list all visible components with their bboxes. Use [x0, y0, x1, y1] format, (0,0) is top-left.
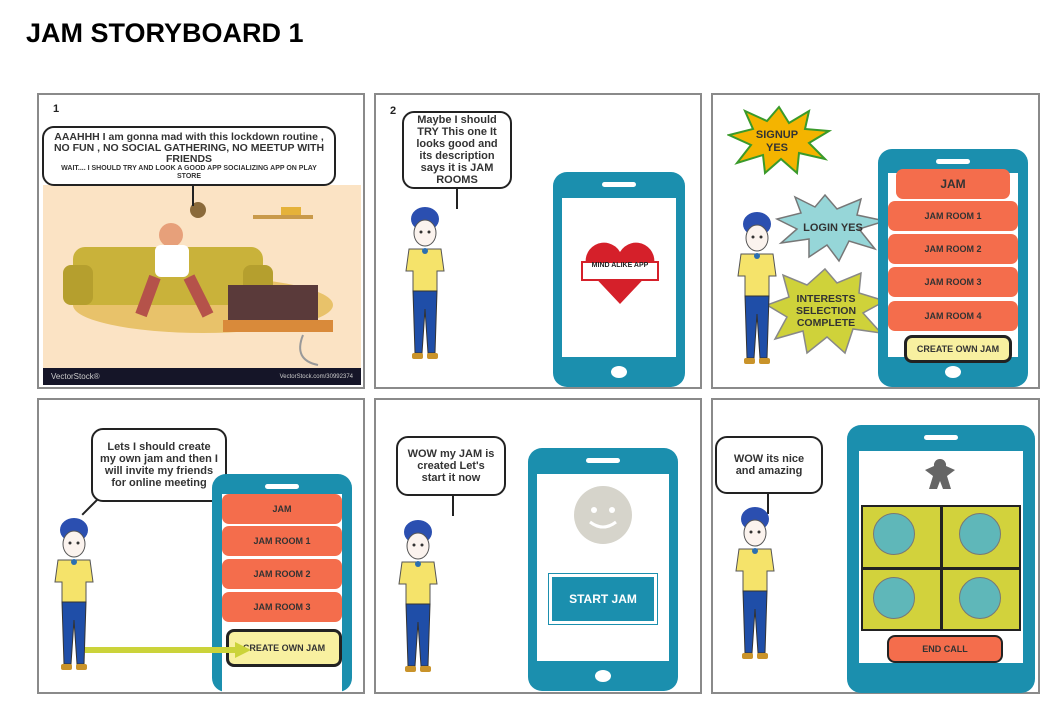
page-title: JAM STORYBOARD 1: [26, 18, 304, 48]
smiley-avatar-icon: [574, 486, 632, 544]
arrow: [85, 642, 251, 658]
speech-bubble: Lets I should create my own jam and then…: [81, 428, 227, 516]
participant-2: [959, 513, 1001, 555]
video-call-grid: [861, 505, 1021, 631]
speech-bubble: WOW my JAM is created Let's start it now: [396, 436, 506, 516]
speech-text: WOW my JAM is created Let's start it now: [407, 448, 495, 484]
character-figure: [733, 505, 777, 668]
panel-number: 1: [53, 103, 60, 115]
phone: JAM JAM ROOM 1 JAM ROOM 2 JAM ROOM 3 JAM…: [878, 149, 1028, 387]
home-button: [611, 366, 627, 378]
interests-text: INTERESTS SELECTION COMPLETE: [795, 293, 857, 329]
participant-4: [959, 577, 1001, 619]
speech-bubble: AAAHHH I am gonna mad with this lockdown…: [42, 126, 336, 206]
speech-text: Lets I should create my own jam and then…: [100, 441, 218, 489]
signup-text: SIGNUP YES: [755, 129, 799, 154]
character-figure: [735, 210, 779, 373]
home-button: [945, 366, 961, 378]
jam-room-1[interactable]: JAM ROOM 1: [222, 526, 342, 556]
phone: END CALL: [847, 425, 1035, 693]
app-banner: MIND ALIKE APP: [591, 262, 649, 269]
jam-room-4[interactable]: JAM ROOM 4: [888, 301, 1018, 331]
heart-icon: MIND ALIKE APP: [580, 238, 660, 308]
watermark-url: VectorStock.com/30992374: [279, 373, 353, 380]
watermark-logo: VectorStock®: [51, 372, 100, 381]
jam-room-2[interactable]: JAM ROOM 2: [222, 559, 342, 589]
login-text: LOGIN YES: [803, 222, 863, 234]
create-own-jam-button[interactable]: CREATE OWN JAM: [904, 335, 1012, 363]
jam-room-3[interactable]: JAM ROOM 3: [222, 592, 342, 622]
app-header: JAM: [222, 494, 342, 524]
end-call-button[interactable]: END CALL: [887, 635, 1003, 663]
speech-subtext: WAIT.... I SHOULD TRY AND LOOK A GOOD AP…: [61, 164, 317, 180]
jam-room-1[interactable]: JAM ROOM 1: [888, 201, 1018, 231]
start-jam-button[interactable]: START JAM: [548, 573, 658, 625]
app-header: JAM: [896, 169, 1010, 199]
speech-text: AAAHHH I am gonna mad with this lockdown…: [53, 130, 325, 165]
speech-text: WOW its nice and amazing: [733, 453, 805, 477]
character-figure: [52, 516, 96, 679]
character-figure: [403, 205, 447, 368]
panel-number: 2: [390, 105, 397, 117]
meeple-icon: [923, 457, 957, 491]
panel-1: 1 VectorStock® VectorStock.com/30992374 …: [37, 93, 365, 389]
speech-bubble: Maybe I should TRY This one It looks goo…: [402, 111, 512, 209]
character-figure: [396, 518, 440, 681]
participant-1: [873, 513, 915, 555]
participant-3: [873, 577, 915, 619]
home-button: [595, 670, 611, 682]
jam-room-3[interactable]: JAM ROOM 3: [888, 267, 1018, 297]
speech-text: Maybe I should TRY This one It looks goo…: [416, 114, 498, 186]
speech-bubble: WOW its nice and amazing: [715, 436, 823, 514]
jam-room-2[interactable]: JAM ROOM 2: [888, 234, 1018, 264]
phone: MIND ALIKE APP: [553, 172, 685, 387]
phone: JAM JAM ROOM 1 JAM ROOM 2 JAM ROOM 3 CRE…: [212, 474, 352, 692]
lockdown-illustration: VectorStock® VectorStock.com/30992374: [43, 185, 361, 385]
phone: START JAM: [528, 448, 678, 691]
